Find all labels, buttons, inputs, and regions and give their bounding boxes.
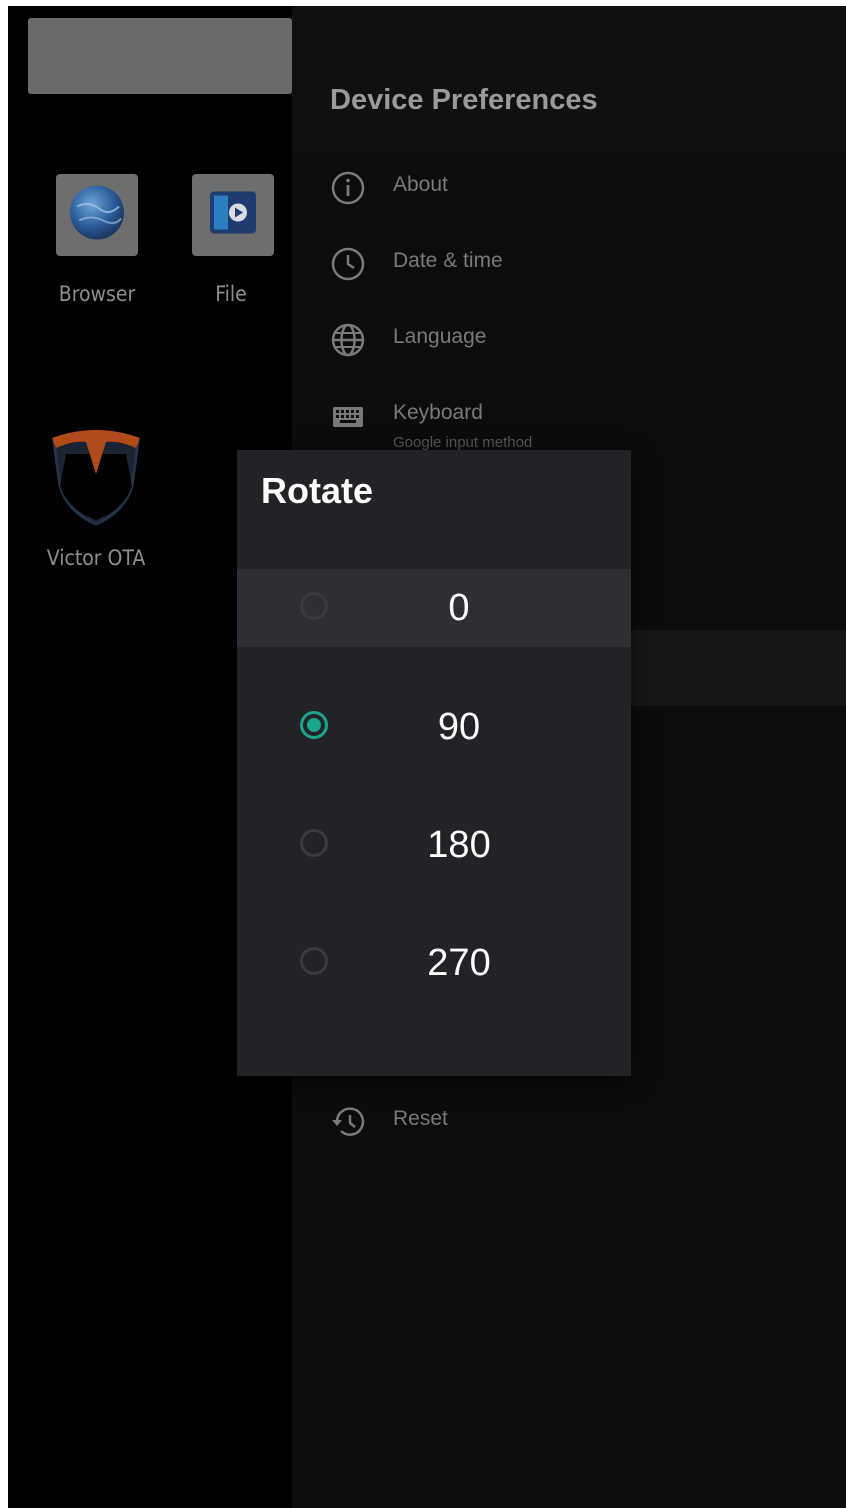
pref-item-label: Keyboard: [393, 401, 483, 424]
radio-button[interactable]: [300, 592, 328, 620]
rotate-option-0[interactable]: 0: [237, 569, 631, 647]
search-bar[interactable]: [28, 18, 292, 94]
pref-item-date-time[interactable]: Date & time: [292, 226, 846, 302]
globe-icon: [69, 185, 125, 246]
radio-button-checked[interactable]: [300, 711, 328, 739]
radio-button[interactable]: [300, 829, 328, 857]
option-label: 90: [437, 706, 481, 748]
rotate-option-180[interactable]: 180: [237, 806, 631, 884]
file-app-label: File: [215, 282, 247, 306]
option-label: 180: [427, 824, 491, 866]
dialog-title: Rotate: [261, 470, 374, 511]
pref-item-label: Reset: [393, 1107, 448, 1130]
pref-item-keyboard[interactable]: Keyboard Google input method: [292, 378, 846, 454]
victor-shield-logo: [48, 430, 144, 534]
victor-ota-app-label: Victor OTA: [46, 546, 146, 570]
rotate-option-270[interactable]: 270: [237, 924, 631, 1002]
victor-ota-app[interactable]: [48, 424, 144, 530]
file-app-tile[interactable]: [192, 174, 274, 256]
pref-item-label: Date & time: [393, 249, 503, 272]
page-title: Device Preferences: [330, 84, 598, 116]
settings-header: Device Preferences: [292, 6, 846, 152]
keyboard-icon: [330, 398, 366, 434]
globe-icon: [330, 322, 366, 358]
browser-app-label: Browser: [58, 282, 136, 306]
rotate-option-90[interactable]: 90: [237, 688, 631, 766]
pref-item-language[interactable]: Language: [292, 302, 846, 378]
clock-icon: [330, 246, 366, 282]
screen: Browser File Victor OTA Device Preferenc…: [8, 6, 846, 1508]
rotate-dialog: Rotate 0 90 180 270: [237, 450, 631, 1076]
pref-item-label: Language: [393, 325, 487, 348]
file-player-icon: [208, 190, 258, 241]
option-label: 0: [448, 587, 470, 629]
pref-item-label: About: [393, 173, 448, 196]
pref-item-reset[interactable]: Reset: [292, 1084, 846, 1160]
pref-item-sublabel: Google input method: [393, 434, 533, 451]
browser-app-tile[interactable]: [56, 174, 138, 256]
pref-item-about[interactable]: About: [292, 150, 846, 226]
info-icon: [330, 170, 366, 206]
radio-button[interactable]: [300, 947, 328, 975]
option-label: 270: [427, 942, 491, 984]
reset-history-icon: [330, 1104, 366, 1140]
